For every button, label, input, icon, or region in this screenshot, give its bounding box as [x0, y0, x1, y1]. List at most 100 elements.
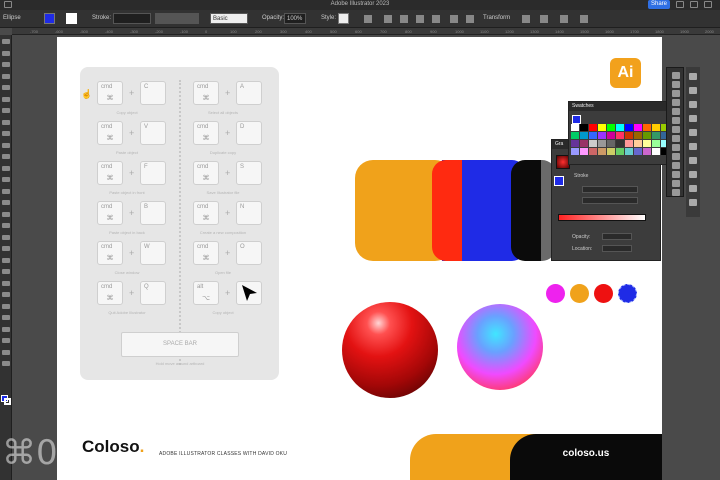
color-swatch[interactable]: [634, 132, 642, 139]
color-panel-icon[interactable]: [672, 99, 680, 106]
hand-tool-icon[interactable]: [2, 349, 10, 355]
workspace-icon[interactable]: [704, 1, 712, 8]
opacity-field[interactable]: 100%: [284, 13, 306, 24]
color-swatch[interactable]: [571, 140, 579, 147]
gradient-opacity-field[interactable]: [602, 233, 632, 240]
brush-definition[interactable]: Basic: [210, 13, 248, 24]
shaper-tool-icon[interactable]: [2, 154, 10, 159]
color-swatch[interactable]: [598, 140, 606, 147]
color-swatch[interactable]: [607, 124, 615, 131]
gradient-angle-field[interactable]: [582, 186, 638, 193]
line-tool-icon[interactable]: [2, 119, 10, 125]
graphic-styles-panel-icon[interactable]: [672, 135, 680, 142]
isolate-icon[interactable]: [450, 15, 458, 23]
links-panel-icon[interactable]: [689, 143, 697, 150]
type-tool-icon[interactable]: [2, 108, 10, 113]
shape-builder-tool-icon[interactable]: [2, 234, 10, 240]
color-swatch[interactable]: [589, 132, 597, 139]
color-swatch[interactable]: [571, 148, 579, 155]
color-swatch[interactable]: [643, 132, 651, 139]
color-swatch[interactable]: [598, 124, 606, 131]
arrange-documents-icon[interactable]: [690, 1, 698, 8]
color-swatch[interactable]: [643, 148, 651, 155]
color-swatch[interactable]: [607, 132, 615, 139]
gradient-fill-box[interactable]: [554, 176, 564, 186]
slice-tool-icon[interactable]: [2, 338, 10, 343]
character-panel-icon[interactable]: [672, 189, 680, 196]
color-swatch[interactable]: [571, 124, 579, 131]
color-swatch[interactable]: [625, 124, 633, 131]
swatches-fill-box[interactable]: [572, 115, 581, 124]
symbols-panel-icon[interactable]: [672, 126, 680, 133]
flip-icon[interactable]: [522, 15, 530, 23]
color-swatch[interactable]: [616, 132, 624, 139]
direct-selection-tool-icon[interactable]: [2, 50, 10, 56]
color-swatch[interactable]: [625, 148, 633, 155]
variable-width-field[interactable]: [155, 13, 199, 24]
transparency-panel-icon[interactable]: [672, 171, 680, 178]
color-swatch[interactable]: [634, 148, 642, 155]
stroke-weight-field[interactable]: [113, 13, 151, 24]
pathfinder-panel-icon[interactable]: [689, 101, 697, 108]
pen-tool-icon[interactable]: [2, 85, 10, 90]
edit-contents-icon[interactable]: [560, 15, 568, 23]
color-swatch[interactable]: [598, 132, 606, 139]
history-panel-icon[interactable]: [689, 199, 697, 206]
rectangle-tool-icon[interactable]: [2, 131, 10, 136]
graphic-style-swatch[interactable]: [338, 13, 349, 24]
mesh-tool-icon[interactable]: [2, 257, 10, 263]
color-swatch[interactable]: [616, 140, 624, 147]
magenta-dot[interactable]: [546, 284, 565, 303]
appearance-panel-icon[interactable]: [672, 144, 680, 151]
blue-dot[interactable]: [618, 284, 637, 303]
pencil-tool-icon[interactable]: [2, 165, 10, 171]
lasso-tool-icon[interactable]: [2, 73, 10, 79]
control-menu-icon[interactable]: [580, 15, 588, 23]
blend-tool-icon[interactable]: [2, 292, 10, 297]
scale-tool-icon[interactable]: [2, 200, 10, 205]
transform-panel-icon[interactable]: [689, 115, 697, 122]
share-button[interactable]: Share: [648, 0, 670, 9]
fill-swatch[interactable]: [44, 13, 55, 24]
magic-wand-tool-icon[interactable]: [2, 62, 10, 67]
transform-button[interactable]: Transform: [483, 15, 510, 21]
libraries-panel-icon[interactable]: [672, 90, 680, 97]
color-swatch[interactable]: [634, 124, 642, 131]
align-panel-icon[interactable]: [672, 180, 680, 187]
actions-panel-icon[interactable]: [689, 185, 697, 192]
color-swatch[interactable]: [589, 148, 597, 155]
distribute-icon[interactable]: [432, 15, 440, 23]
navigator-panel-icon[interactable]: [689, 87, 697, 94]
artboard-tool-icon[interactable]: [2, 326, 10, 332]
red-dot[interactable]: [594, 284, 613, 303]
properties-panel-icon[interactable]: [672, 72, 680, 79]
paintbrush-tool-icon[interactable]: [2, 142, 10, 148]
eyedropper-tool-icon[interactable]: [2, 280, 10, 286]
shape-icon[interactable]: [400, 15, 408, 23]
color-swatch[interactable]: [652, 148, 660, 155]
gradient-slider[interactable]: [558, 214, 646, 221]
stroke-panel-icon[interactable]: [672, 153, 680, 160]
swatches-panel-icon[interactable]: [672, 108, 680, 115]
orange-dot[interactable]: [570, 284, 589, 303]
layers-panel-icon[interactable]: [672, 81, 680, 88]
gradient-panel-icon[interactable]: [672, 162, 680, 169]
color-swatch[interactable]: [589, 124, 597, 131]
color-swatch[interactable]: [652, 132, 660, 139]
color-swatch[interactable]: [571, 132, 579, 139]
stroke-swatch[interactable]: [66, 13, 77, 24]
color-swatch[interactable]: [625, 132, 633, 139]
color-swatch[interactable]: [580, 132, 588, 139]
mask-icon[interactable]: [540, 15, 548, 23]
color-swatch[interactable]: [616, 148, 624, 155]
eraser-tool-icon[interactable]: [2, 177, 10, 182]
color-swatch[interactable]: [634, 140, 642, 147]
selection-tool-icon[interactable]: [2, 39, 10, 44]
color-swatch[interactable]: [589, 140, 597, 147]
stroke-color-box[interactable]: [4, 398, 11, 405]
symbol-sprayer-tool-icon[interactable]: [2, 303, 10, 309]
type-panel-icon[interactable]: [689, 129, 697, 136]
color-swatch[interactable]: [607, 140, 615, 147]
zoom-tool-icon[interactable]: [2, 361, 10, 366]
perspective-tool-icon[interactable]: [2, 246, 10, 251]
